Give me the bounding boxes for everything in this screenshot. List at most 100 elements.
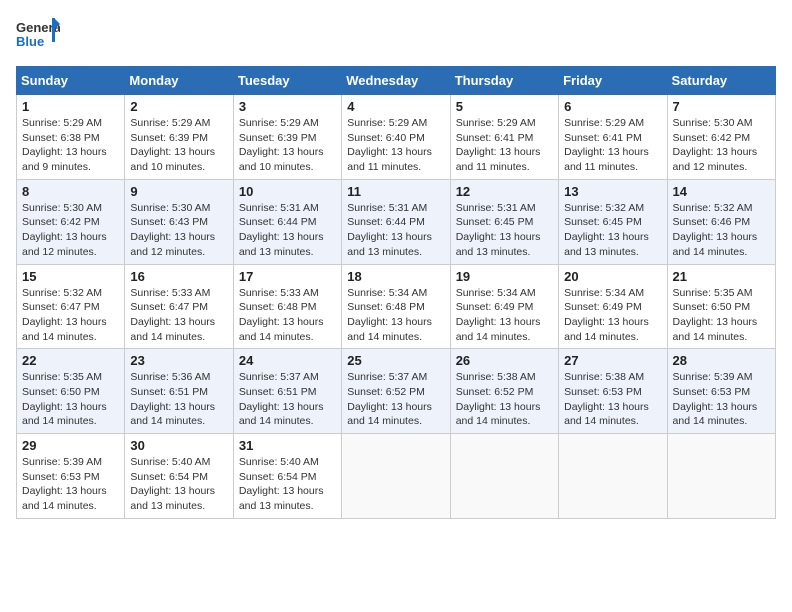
day-number: 30 [130, 438, 227, 453]
calendar-cell: 9 Sunrise: 5:30 AMSunset: 6:43 PMDayligh… [125, 179, 233, 264]
calendar-table: SundayMondayTuesdayWednesdayThursdayFrid… [16, 66, 776, 519]
page-header: General Blue [16, 16, 776, 54]
day-number: 16 [130, 269, 227, 284]
calendar-cell: 26 Sunrise: 5:38 AMSunset: 6:52 PMDaylig… [450, 349, 558, 434]
day-number: 2 [130, 99, 227, 114]
day-info: Sunrise: 5:37 AMSunset: 6:52 PMDaylight:… [347, 371, 432, 427]
day-info: Sunrise: 5:37 AMSunset: 6:51 PMDaylight:… [239, 371, 324, 427]
day-number: 18 [347, 269, 444, 284]
weekday-header-tuesday: Tuesday [233, 67, 341, 95]
calendar-cell: 28 Sunrise: 5:39 AMSunset: 6:53 PMDaylig… [667, 349, 775, 434]
calendar-cell: 12 Sunrise: 5:31 AMSunset: 6:45 PMDaylig… [450, 179, 558, 264]
day-info: Sunrise: 5:34 AMSunset: 6:49 PMDaylight:… [456, 287, 541, 343]
calendar-week-3: 15 Sunrise: 5:32 AMSunset: 6:47 PMDaylig… [17, 264, 776, 349]
day-number: 28 [673, 353, 770, 368]
calendar-header-row: SundayMondayTuesdayWednesdayThursdayFrid… [17, 67, 776, 95]
calendar-cell: 7 Sunrise: 5:30 AMSunset: 6:42 PMDayligh… [667, 95, 775, 180]
day-number: 7 [673, 99, 770, 114]
weekday-header-wednesday: Wednesday [342, 67, 450, 95]
weekday-header-sunday: Sunday [17, 67, 125, 95]
day-info: Sunrise: 5:40 AMSunset: 6:54 PMDaylight:… [130, 456, 215, 512]
calendar-cell: 13 Sunrise: 5:32 AMSunset: 6:45 PMDaylig… [559, 179, 667, 264]
weekday-header-friday: Friday [559, 67, 667, 95]
calendar-cell: 10 Sunrise: 5:31 AMSunset: 6:44 PMDaylig… [233, 179, 341, 264]
calendar-cell: 4 Sunrise: 5:29 AMSunset: 6:40 PMDayligh… [342, 95, 450, 180]
calendar-cell: 17 Sunrise: 5:33 AMSunset: 6:48 PMDaylig… [233, 264, 341, 349]
day-info: Sunrise: 5:34 AMSunset: 6:48 PMDaylight:… [347, 287, 432, 343]
day-info: Sunrise: 5:38 AMSunset: 6:52 PMDaylight:… [456, 371, 541, 427]
calendar-cell: 24 Sunrise: 5:37 AMSunset: 6:51 PMDaylig… [233, 349, 341, 434]
calendar-cell: 31 Sunrise: 5:40 AMSunset: 6:54 PMDaylig… [233, 434, 341, 519]
weekday-header-saturday: Saturday [667, 67, 775, 95]
day-number: 20 [564, 269, 661, 284]
day-info: Sunrise: 5:36 AMSunset: 6:51 PMDaylight:… [130, 371, 215, 427]
calendar-cell: 11 Sunrise: 5:31 AMSunset: 6:44 PMDaylig… [342, 179, 450, 264]
calendar-cell: 1 Sunrise: 5:29 AMSunset: 6:38 PMDayligh… [17, 95, 125, 180]
day-number: 19 [456, 269, 553, 284]
day-number: 3 [239, 99, 336, 114]
day-info: Sunrise: 5:29 AMSunset: 6:41 PMDaylight:… [456, 117, 541, 173]
calendar-cell: 3 Sunrise: 5:29 AMSunset: 6:39 PMDayligh… [233, 95, 341, 180]
day-info: Sunrise: 5:33 AMSunset: 6:48 PMDaylight:… [239, 287, 324, 343]
day-number: 24 [239, 353, 336, 368]
calendar-cell: 23 Sunrise: 5:36 AMSunset: 6:51 PMDaylig… [125, 349, 233, 434]
day-number: 12 [456, 184, 553, 199]
calendar-cell: 19 Sunrise: 5:34 AMSunset: 6:49 PMDaylig… [450, 264, 558, 349]
day-info: Sunrise: 5:30 AMSunset: 6:42 PMDaylight:… [22, 202, 107, 258]
day-info: Sunrise: 5:35 AMSunset: 6:50 PMDaylight:… [22, 371, 107, 427]
day-number: 6 [564, 99, 661, 114]
calendar-cell: 14 Sunrise: 5:32 AMSunset: 6:46 PMDaylig… [667, 179, 775, 264]
calendar-cell [667, 434, 775, 519]
day-info: Sunrise: 5:30 AMSunset: 6:42 PMDaylight:… [673, 117, 758, 173]
calendar-week-2: 8 Sunrise: 5:30 AMSunset: 6:42 PMDayligh… [17, 179, 776, 264]
day-info: Sunrise: 5:35 AMSunset: 6:50 PMDaylight:… [673, 287, 758, 343]
calendar-cell: 27 Sunrise: 5:38 AMSunset: 6:53 PMDaylig… [559, 349, 667, 434]
weekday-header-thursday: Thursday [450, 67, 558, 95]
day-number: 31 [239, 438, 336, 453]
calendar-cell: 18 Sunrise: 5:34 AMSunset: 6:48 PMDaylig… [342, 264, 450, 349]
day-number: 29 [22, 438, 119, 453]
day-info: Sunrise: 5:40 AMSunset: 6:54 PMDaylight:… [239, 456, 324, 512]
day-number: 15 [22, 269, 119, 284]
calendar-cell: 29 Sunrise: 5:39 AMSunset: 6:53 PMDaylig… [17, 434, 125, 519]
calendar-cell: 30 Sunrise: 5:40 AMSunset: 6:54 PMDaylig… [125, 434, 233, 519]
weekday-header-monday: Monday [125, 67, 233, 95]
day-info: Sunrise: 5:31 AMSunset: 6:44 PMDaylight:… [239, 202, 324, 258]
day-info: Sunrise: 5:33 AMSunset: 6:47 PMDaylight:… [130, 287, 215, 343]
calendar-cell: 20 Sunrise: 5:34 AMSunset: 6:49 PMDaylig… [559, 264, 667, 349]
day-info: Sunrise: 5:32 AMSunset: 6:45 PMDaylight:… [564, 202, 649, 258]
day-info: Sunrise: 5:32 AMSunset: 6:47 PMDaylight:… [22, 287, 107, 343]
calendar-week-5: 29 Sunrise: 5:39 AMSunset: 6:53 PMDaylig… [17, 434, 776, 519]
day-number: 27 [564, 353, 661, 368]
calendar-cell: 21 Sunrise: 5:35 AMSunset: 6:50 PMDaylig… [667, 264, 775, 349]
svg-text:Blue: Blue [16, 34, 44, 49]
day-info: Sunrise: 5:29 AMSunset: 6:40 PMDaylight:… [347, 117, 432, 173]
day-number: 17 [239, 269, 336, 284]
day-number: 22 [22, 353, 119, 368]
calendar-cell: 2 Sunrise: 5:29 AMSunset: 6:39 PMDayligh… [125, 95, 233, 180]
day-number: 4 [347, 99, 444, 114]
day-number: 23 [130, 353, 227, 368]
day-info: Sunrise: 5:29 AMSunset: 6:39 PMDaylight:… [130, 117, 215, 173]
calendar-cell: 15 Sunrise: 5:32 AMSunset: 6:47 PMDaylig… [17, 264, 125, 349]
day-info: Sunrise: 5:31 AMSunset: 6:45 PMDaylight:… [456, 202, 541, 258]
logo-icon: General Blue [16, 16, 60, 54]
day-info: Sunrise: 5:29 AMSunset: 6:39 PMDaylight:… [239, 117, 324, 173]
calendar-cell: 8 Sunrise: 5:30 AMSunset: 6:42 PMDayligh… [17, 179, 125, 264]
day-number: 9 [130, 184, 227, 199]
day-number: 13 [564, 184, 661, 199]
day-info: Sunrise: 5:39 AMSunset: 6:53 PMDaylight:… [22, 456, 107, 512]
day-info: Sunrise: 5:31 AMSunset: 6:44 PMDaylight:… [347, 202, 432, 258]
calendar-week-1: 1 Sunrise: 5:29 AMSunset: 6:38 PMDayligh… [17, 95, 776, 180]
calendar-cell [559, 434, 667, 519]
day-number: 14 [673, 184, 770, 199]
day-info: Sunrise: 5:34 AMSunset: 6:49 PMDaylight:… [564, 287, 649, 343]
day-number: 8 [22, 184, 119, 199]
day-number: 10 [239, 184, 336, 199]
calendar-cell [450, 434, 558, 519]
day-info: Sunrise: 5:38 AMSunset: 6:53 PMDaylight:… [564, 371, 649, 427]
calendar-cell: 6 Sunrise: 5:29 AMSunset: 6:41 PMDayligh… [559, 95, 667, 180]
day-info: Sunrise: 5:29 AMSunset: 6:38 PMDaylight:… [22, 117, 107, 173]
day-info: Sunrise: 5:29 AMSunset: 6:41 PMDaylight:… [564, 117, 649, 173]
calendar-cell: 22 Sunrise: 5:35 AMSunset: 6:50 PMDaylig… [17, 349, 125, 434]
